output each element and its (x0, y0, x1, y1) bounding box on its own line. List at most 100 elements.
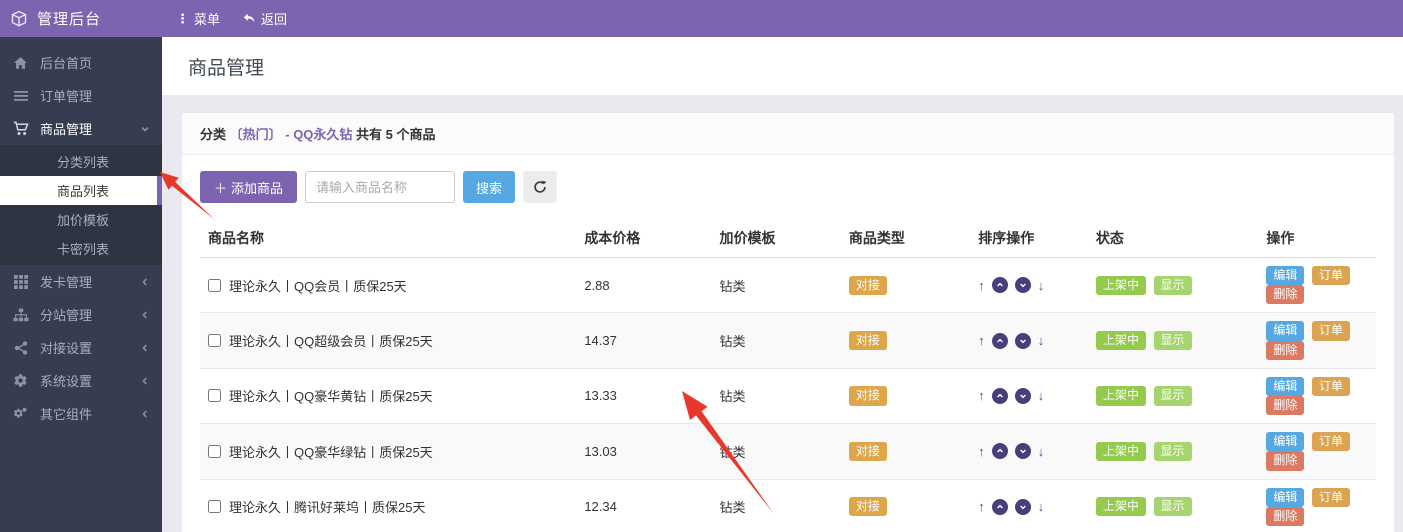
delete-button[interactable]: 删除 (1266, 396, 1304, 415)
admin-app: 管理后台 ⋮ 菜单 返回 后台首页 (0, 0, 1403, 532)
col-header-type: 商品类型 (841, 219, 970, 258)
toolbar: ＋ 添加商品 搜索 (200, 171, 1376, 203)
type-badge: 对接 (849, 442, 887, 461)
sidebar-item-card-mgmt[interactable]: 发卡管理 (0, 265, 162, 298)
refresh-button[interactable] (523, 171, 557, 203)
row-checkbox[interactable] (208, 279, 221, 292)
status-on-badge[interactable]: 上架中 (1096, 442, 1146, 461)
edit-button[interactable]: 编辑 (1266, 377, 1304, 396)
sidebar: 后台首页 订单管理 商品管理 分类列表 商品列表 加价模板 (0, 37, 162, 532)
product-template: 钻类 (712, 479, 841, 532)
sort-top-icon[interactable]: ↑ (978, 444, 985, 459)
sort-up-icon[interactable] (992, 443, 1008, 459)
product-cost: 13.33 (576, 368, 711, 423)
sidebar-item-system[interactable]: 系统设置 (0, 364, 162, 397)
sidebar-subitem-markup-template[interactable]: 加价模板 (0, 205, 162, 234)
status-show-badge[interactable]: 显示 (1154, 497, 1192, 516)
edit-button[interactable]: 编辑 (1266, 321, 1304, 340)
sidebar-subitem-card-list[interactable]: 卡密列表 (0, 234, 162, 263)
type-badge: 对接 (849, 276, 887, 295)
sort-top-icon[interactable]: ↑ (978, 499, 985, 514)
delete-button[interactable]: 删除 (1266, 507, 1304, 526)
order-button[interactable]: 订单 (1312, 321, 1350, 340)
sidebar-subitem-categories[interactable]: 分类列表 (0, 147, 162, 176)
table-row: 理论永久丨QQ豪华绿钻丨质保25天 13.03 钻类 对接 ↑ (200, 424, 1376, 479)
sort-down-icon[interactable] (1015, 499, 1031, 515)
sidebar-item-docking[interactable]: 对接设置 (0, 331, 162, 364)
row-checkbox[interactable] (208, 334, 221, 347)
table-row: 理论永久丨腾讯好莱坞丨质保25天 12.34 钻类 对接 ↑ (200, 479, 1376, 532)
sidebar-item-substation[interactable]: 分站管理 (0, 298, 162, 331)
delete-button[interactable]: 删除 (1266, 341, 1304, 360)
sort-bottom-icon[interactable]: ↓ (1038, 333, 1045, 348)
sort-down-icon[interactable] (1015, 443, 1031, 459)
status-show-badge[interactable]: 显示 (1154, 276, 1192, 295)
status-on-badge[interactable]: 上架中 (1096, 497, 1146, 516)
row-checkbox[interactable] (208, 389, 221, 402)
order-button[interactable]: 订单 (1312, 266, 1350, 285)
status-show-badge[interactable]: 显示 (1154, 442, 1192, 461)
sidebar-item-products[interactable]: 商品管理 (0, 112, 162, 145)
cube-logo-icon (10, 10, 28, 28)
sort-bottom-icon[interactable]: ↓ (1038, 278, 1045, 293)
col-header-cost: 成本价格 (576, 219, 711, 258)
sort-top-icon[interactable]: ↑ (978, 333, 985, 348)
sort-bottom-icon[interactable]: ↓ (1038, 388, 1045, 403)
grid-icon (12, 274, 29, 290)
sidebar-item-label: 后台首页 (40, 53, 150, 72)
sidebar-item-components[interactable]: 其它组件 (0, 397, 162, 430)
sidebar-subitem-label: 加价模板 (57, 210, 109, 229)
product-template: 钻类 (712, 424, 841, 479)
sidebar-subitem-product-list[interactable]: 商品列表 (0, 176, 162, 205)
reply-arrow-icon (242, 12, 256, 25)
menu-toggle-label: 菜单 (194, 9, 220, 28)
sort-up-icon[interactable] (992, 388, 1008, 404)
order-button[interactable]: 订单 (1312, 377, 1350, 396)
search-input[interactable] (305, 171, 455, 203)
delete-button[interactable]: 删除 (1266, 285, 1304, 304)
edit-button[interactable]: 编辑 (1266, 488, 1304, 507)
sort-down-icon[interactable] (1015, 333, 1031, 349)
status-on-badge[interactable]: 上架中 (1096, 386, 1146, 405)
sort-up-icon[interactable] (992, 277, 1008, 293)
sidebar-item-orders[interactable]: 订单管理 (0, 79, 162, 112)
edit-button[interactable]: 编辑 (1266, 266, 1304, 285)
status-show-badge[interactable]: 显示 (1154, 331, 1192, 350)
product-cost: 2.88 (576, 258, 711, 313)
sort-up-icon[interactable] (992, 333, 1008, 349)
sidebar-item-label: 分站管理 (40, 305, 140, 324)
order-button[interactable]: 订单 (1312, 488, 1350, 507)
sort-top-icon[interactable]: ↑ (978, 278, 985, 293)
product-name: 理论永久丨腾讯好莱坞丨质保25天 (229, 497, 425, 516)
search-button[interactable]: 搜索 (463, 171, 515, 203)
vertical-dots-icon: ⋮ (176, 11, 189, 27)
sort-top-icon[interactable]: ↑ (978, 388, 985, 403)
cart-icon (12, 121, 29, 137)
sort-up-icon[interactable] (992, 499, 1008, 515)
product-cost: 14.37 (576, 313, 711, 368)
sort-down-icon[interactable] (1015, 388, 1031, 404)
edit-button[interactable]: 编辑 (1266, 432, 1304, 451)
col-header-sort: 排序操作 (970, 219, 1088, 258)
chevron-left-icon (140, 409, 150, 419)
status-on-badge[interactable]: 上架中 (1096, 331, 1146, 350)
product-cost: 13.03 (576, 424, 711, 479)
sidebar-item-home[interactable]: 后台首页 (0, 46, 162, 79)
sidebar-subitem-label: 分类列表 (57, 152, 109, 171)
back-link[interactable]: 返回 (242, 9, 287, 28)
sort-bottom-icon[interactable]: ↓ (1038, 444, 1045, 459)
sort-down-icon[interactable] (1015, 277, 1031, 293)
row-checkbox[interactable] (208, 500, 221, 513)
status-on-badge[interactable]: 上架中 (1096, 276, 1146, 295)
sidebar-item-label: 订单管理 (40, 86, 150, 105)
delete-button[interactable]: 删除 (1266, 451, 1304, 470)
menu-toggle[interactable]: ⋮ 菜单 (176, 9, 220, 28)
table-row: 理论永久丨QQ会员丨质保25天 2.88 钻类 对接 ↑ (200, 258, 1376, 313)
row-checkbox[interactable] (208, 445, 221, 458)
add-product-button[interactable]: ＋ 添加商品 (200, 171, 297, 203)
sort-bottom-icon[interactable]: ↓ (1038, 499, 1045, 514)
order-button[interactable]: 订单 (1312, 432, 1350, 451)
product-panel: 分类 〔热门〕 - QQ永久钻 共有 5 个商品 ＋ 添加商品 搜索 (181, 112, 1395, 532)
status-show-badge[interactable]: 显示 (1154, 386, 1192, 405)
col-header-status: 状态 (1088, 219, 1259, 258)
